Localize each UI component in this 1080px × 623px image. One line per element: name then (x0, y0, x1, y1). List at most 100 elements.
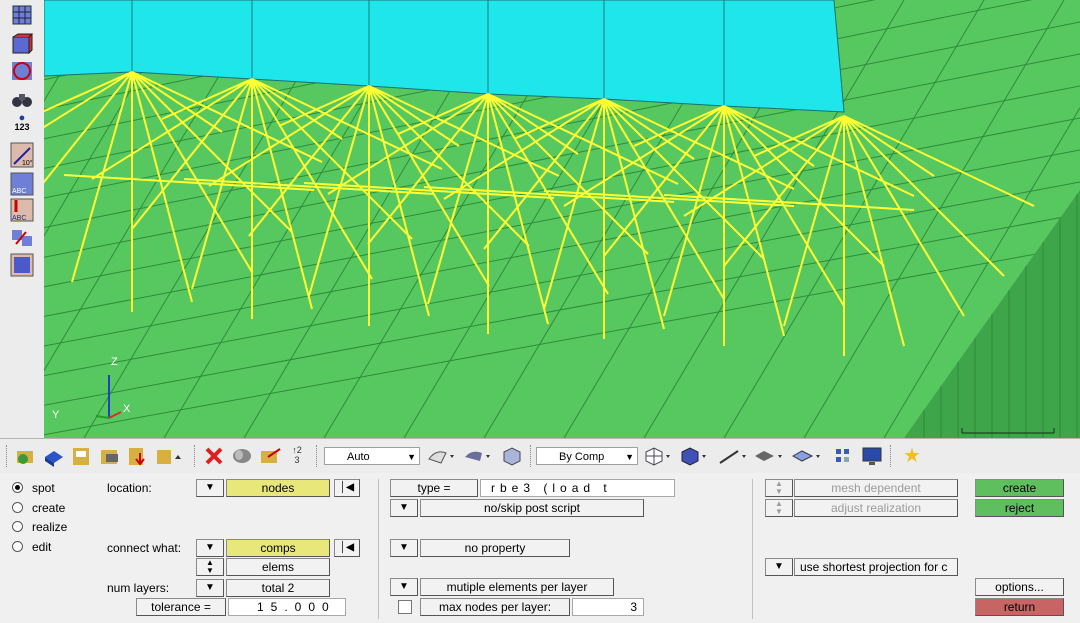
open-model-icon[interactable] (14, 445, 38, 467)
vertical-abc-icon[interactable]: ABC (10, 198, 34, 222)
mesh-line (44, 245, 1080, 436)
create-button[interactable]: create (975, 479, 1064, 497)
star-icon[interactable]: ★ (900, 445, 924, 467)
surface-display-icon[interactable] (462, 445, 494, 467)
label-abc-icon[interactable]: ABC (10, 172, 34, 196)
left-toolbar: ● 123 10° ABC ABC (0, 0, 45, 438)
type-button[interactable]: type = (390, 479, 478, 497)
mask-display-icon[interactable] (790, 445, 824, 467)
elems-toggle-button[interactable]: elems (226, 558, 330, 576)
mesh-dependent-toggle[interactable]: ▲ ▼ (765, 479, 793, 497)
projection-button[interactable]: use shortest projection for c (794, 558, 958, 576)
node-grid-icon[interactable] (832, 445, 854, 467)
mesh-icon[interactable] (10, 4, 34, 26)
reset-nodes-icon[interactable]: │◀ (334, 479, 360, 497)
model-scene: Z X Y (44, 0, 1080, 438)
cylinder-icon[interactable] (230, 445, 254, 467)
chevron-down-icon: ▼ (625, 452, 634, 462)
import-dropdown-icon[interactable] (154, 445, 184, 467)
reject-button[interactable]: reject (975, 499, 1064, 517)
toolbar-separator (890, 445, 892, 467)
radio-dot (12, 541, 23, 552)
toolbar-separator (530, 445, 532, 467)
export-down-icon[interactable] (126, 445, 150, 467)
location-selector-arrow[interactable]: ▼ (196, 479, 224, 497)
panel-divider (752, 479, 754, 619)
transform-icon[interactable] (10, 226, 34, 248)
toolbar-grip (6, 445, 8, 467)
adjust-realization-button[interactable]: adjust realization (794, 499, 958, 517)
graphics-viewport[interactable]: Z X Y (44, 0, 1080, 438)
post-script-button[interactable]: no/skip post script (420, 499, 644, 517)
angle-icon[interactable]: 10° (10, 142, 34, 168)
color-by-dropdown[interactable]: By Comp ▼ (536, 447, 638, 465)
panel-divider (378, 479, 380, 619)
rbe3-leg (723, 105, 915, 197)
num-layers-button[interactable]: total 2 (226, 579, 330, 597)
property-button[interactable]: no property (420, 539, 570, 557)
location-nodes-button[interactable]: nodes (226, 479, 330, 497)
auto-display-dropdown[interactable]: Auto ▼ (324, 447, 420, 465)
panel-icon[interactable] (10, 253, 34, 277)
main-toolbar: ↑2 3 Auto ▼ By Comp ▼ ★ (0, 438, 1080, 474)
renumber-icon[interactable]: ↑2 3 (286, 445, 308, 467)
rbe3-leg (843, 115, 1035, 207)
component-manager-icon[interactable] (258, 445, 282, 467)
binoculars-icon[interactable] (10, 88, 34, 110)
options-button[interactable]: options... (975, 578, 1064, 596)
connect-selector-arrow[interactable]: ▼ (196, 539, 224, 557)
rbe3-leg (367, 93, 489, 245)
line-display-icon[interactable] (716, 445, 750, 467)
radio-edit[interactable]: edit (12, 539, 51, 555)
multiple-elements-button[interactable]: mutiple elements per layer (420, 578, 614, 596)
radio-create[interactable]: create (12, 500, 65, 516)
radio-dot (12, 521, 23, 532)
projection-arrow[interactable]: ▼ (765, 558, 793, 576)
rbe3-leg (44, 71, 133, 184)
sphere-icon[interactable] (10, 60, 34, 82)
export-icon[interactable] (98, 445, 122, 467)
toggle-arrows-icon[interactable]: ▲ ▼ (196, 558, 224, 576)
node-number-icon[interactable]: ● 123 (10, 113, 34, 136)
toolbar-separator (316, 445, 318, 467)
monitor-icon[interactable] (860, 445, 884, 467)
radio-realize[interactable]: realize (12, 519, 67, 535)
mesh-dependent-button[interactable]: mesh dependent (794, 479, 958, 497)
rbe3-leg (248, 85, 370, 237)
axis-triad: Z X Y (52, 356, 131, 421)
svg-text:10°: 10° (22, 159, 33, 167)
type-field[interactable]: rbe3 (load t (480, 479, 675, 497)
property-arrow[interactable]: ▼ (390, 539, 418, 557)
connect-comps-button[interactable]: comps (226, 539, 330, 557)
return-button[interactable]: return (975, 598, 1064, 616)
radio-spot[interactable]: spot (12, 480, 55, 496)
multiple-elements-arrow[interactable]: ▼ (390, 578, 418, 596)
location-label: location: (107, 481, 152, 495)
delete-icon[interactable] (202, 445, 226, 467)
save-icon[interactable] (70, 445, 94, 467)
max-nodes-button[interactable]: max nodes per layer: (420, 598, 570, 616)
radio-dot (12, 502, 23, 513)
edge-display-icon[interactable] (426, 445, 458, 467)
post-script-arrow[interactable]: ▼ (390, 499, 418, 517)
max-nodes-checkbox[interactable] (398, 600, 412, 614)
max-nodes-field[interactable]: 3 (572, 598, 644, 616)
tolerance-button[interactable]: tolerance = (136, 598, 226, 616)
axis-z-label: Z (111, 356, 118, 368)
axis-y-label: Y (52, 409, 60, 421)
num-layers-arrow[interactable]: ▼ (196, 579, 224, 597)
reset-comps-icon[interactable]: │◀ (334, 539, 360, 557)
tolerance-field[interactable]: 15.000 (228, 598, 346, 616)
mesh-line (44, 181, 1080, 377)
import-icon[interactable] (42, 445, 66, 467)
toolbar-separator (194, 445, 196, 467)
plane-display-icon[interactable] (752, 445, 786, 467)
faces-icon[interactable] (10, 33, 34, 55)
axis-x-label: X (123, 403, 131, 415)
wireframe-icon[interactable] (642, 445, 674, 467)
svg-text:ABC: ABC (12, 215, 26, 222)
shaded-elements-icon[interactable] (678, 445, 710, 467)
solid-display-icon[interactable] (500, 445, 524, 467)
num-layers-label: num layers: (107, 581, 170, 595)
adjust-realization-toggle[interactable]: ▲ ▼ (765, 499, 793, 517)
